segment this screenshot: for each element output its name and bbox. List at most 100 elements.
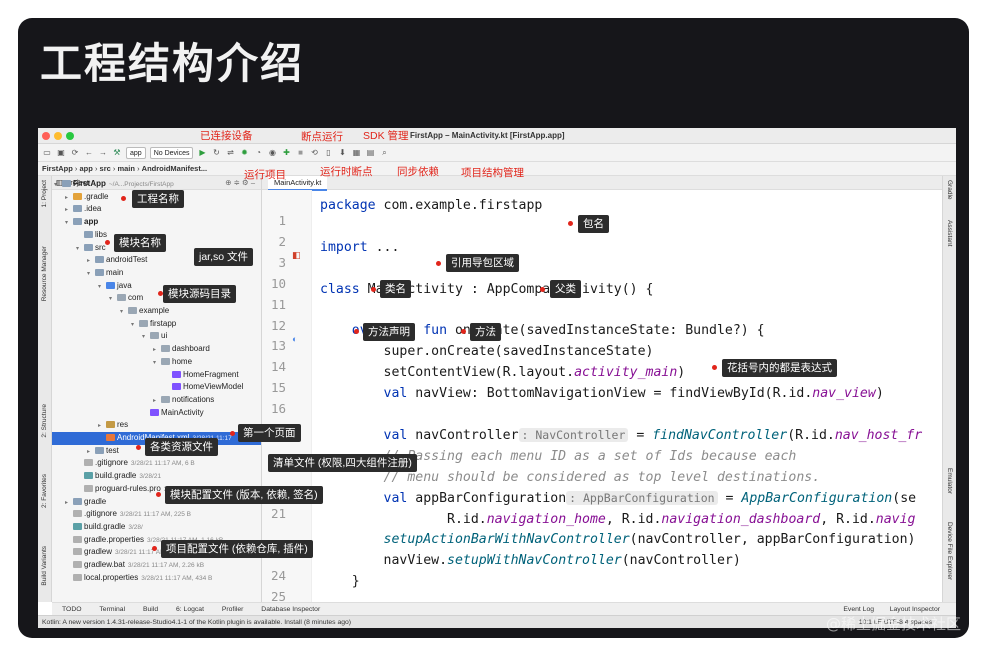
line-number[interactable]: 1 <box>262 213 286 228</box>
tree-row-label: local.properties <box>84 572 139 582</box>
annotation-project-structure: 项目结构管理 <box>461 167 524 179</box>
tool-window-structure[interactable]: 2: Structure <box>41 404 48 438</box>
override-icon[interactable]: ◐ <box>292 334 297 344</box>
tree-row[interactable]: build.gradle 3/28/ <box>52 521 261 534</box>
minimize-window-button[interactable] <box>54 132 62 140</box>
package-icon <box>117 294 126 302</box>
attach-icon[interactable]: ✚ <box>281 148 291 157</box>
hammer-icon[interactable]: ⚒ <box>112 148 122 157</box>
folder-icon[interactable]: ▭ <box>42 148 52 157</box>
module-combo[interactable]: app <box>126 146 146 159</box>
terminal-button[interactable]: Terminal <box>99 606 125 613</box>
line-number[interactable]: 13 <box>262 338 286 353</box>
tree-row[interactable]: HomeFragment <box>52 369 261 382</box>
line-number[interactable]: 24 <box>262 568 286 583</box>
tree-row[interactable]: ▸ res <box>52 419 261 432</box>
annotation-sdk-manager: SDK 管理 <box>363 130 409 142</box>
stop-icon[interactable]: ■ <box>295 148 305 157</box>
breadcrumb-item[interactable]: FirstApp <box>42 164 73 173</box>
line-number[interactable]: 16 <box>262 401 286 416</box>
code-token: navig <box>875 511 916 527</box>
zoom-window-button[interactable] <box>66 132 74 140</box>
line-number[interactable]: 11 <box>262 297 286 312</box>
tree-row[interactable]: HomeViewModel <box>52 381 261 394</box>
line-number[interactable]: 21 <box>262 506 286 521</box>
logcat-button[interactable]: 6: Logcat <box>176 606 204 613</box>
xml-icon <box>106 434 115 441</box>
code-token: onCreate(savedInstanceState: Bundle?) { <box>454 323 765 339</box>
line-number[interactable]: 10 <box>262 276 286 291</box>
tool-window-project[interactable]: 1: Project <box>41 180 48 207</box>
tool-window-device-file-explorer[interactable]: Device File Explorer <box>946 522 953 580</box>
tool-window-assistant[interactable]: Assistant <box>946 220 953 246</box>
annotation-project-config: 项目配置文件 (依赖仓库, 插件) <box>161 540 313 558</box>
tree-row[interactable]: .gitignore 3/28/21 11:17 AM, 225 B <box>52 508 261 521</box>
tree-row[interactable]: ▾ example <box>52 305 261 318</box>
tool-window-emulator[interactable]: Emulator <box>946 468 953 494</box>
tree-row[interactable]: local.properties 3/28/21 11:17 AM, 434 B <box>52 572 261 585</box>
tree-row[interactable]: MainActivity <box>52 407 261 420</box>
tree-row[interactable]: build.gradle 3/28/21 <box>52 470 261 483</box>
right-tool-strip: Gradle Assistant Emulator Device File Ex… <box>942 176 956 602</box>
tree-row[interactable]: gradlew.bat 3/28/21 11:17 AM, 2.26 kB <box>52 559 261 572</box>
back-icon[interactable]: ← <box>84 148 94 157</box>
database-inspector-button[interactable]: Database Inspector <box>261 606 320 613</box>
build-button[interactable]: Build <box>143 606 158 613</box>
save-icon[interactable]: ▣ <box>56 148 66 157</box>
code-token: ) <box>875 386 884 402</box>
code-line: R.id.navigation_home, R.id.navigation_da… <box>320 512 915 527</box>
profile-icon[interactable]: ◔ <box>253 148 263 157</box>
breadcrumb-item[interactable]: main <box>117 164 135 173</box>
breakpoint-icon[interactable]: ◧ <box>292 250 301 261</box>
breadcrumb-item[interactable]: src <box>100 164 111 173</box>
tree-row[interactable]: ▾ FirstApp ~/A...Projects/FirstApp <box>52 178 261 191</box>
profiler-button[interactable]: Profiler <box>222 606 244 613</box>
line-number[interactable]: 12 <box>262 318 286 333</box>
line-number[interactable]: 14 <box>262 359 286 374</box>
forward-icon[interactable]: → <box>98 148 108 157</box>
line-number[interactable]: 2 <box>262 234 286 249</box>
tree-row-label: main <box>106 267 124 277</box>
layout-icon[interactable]: ▤ <box>365 148 375 157</box>
tree-row[interactable]: ▾ main <box>52 267 261 280</box>
tree-row[interactable]: ▾ app <box>52 216 261 229</box>
device-combo[interactable]: No Devices <box>149 146 194 159</box>
line-number[interactable]: 15 <box>262 380 286 395</box>
apply-code-icon[interactable]: ⇌ <box>225 148 235 157</box>
tool-window-resource-manager[interactable]: Resource Manager <box>41 246 48 301</box>
tree-row-label: gradlew <box>84 547 113 557</box>
code-token: com.example.firstapp <box>383 198 543 213</box>
tree-row[interactable]: ▸ dashboard <box>52 343 261 356</box>
breadcrumb-item[interactable]: AndroidManifest... <box>142 164 207 173</box>
sdk-manager-icon[interactable]: ⬇ <box>337 148 347 157</box>
tree-row-label: home <box>172 356 193 366</box>
gradle-sync-icon[interactable]: ⟲ <box>309 148 319 157</box>
code-token: navView: BottomNavigationView = findView… <box>415 386 813 402</box>
status-message[interactable]: Kotlin: A new version 1.4.31-release-Stu… <box>42 619 351 626</box>
tree-row[interactable]: ▾ home <box>52 356 261 369</box>
attach-debugger-icon[interactable]: ◉ <box>267 148 277 157</box>
tool-window-build-variants[interactable]: Build Variants <box>41 546 48 586</box>
folder-orange-icon <box>73 192 82 200</box>
debug-icon[interactable]: ✹ <box>239 148 249 157</box>
tool-window-favorites[interactable]: 2: Favorites <box>41 474 48 508</box>
tree-row[interactable]: .gitignore 3/28/21 11:17 AM, 6 B <box>52 457 261 470</box>
run-icon[interactable]: ▶ <box>197 148 207 157</box>
close-window-button[interactable] <box>42 132 50 140</box>
tree-row[interactable]: ▸ notifications <box>52 394 261 407</box>
search-icon[interactable]: ⌕ <box>379 148 389 158</box>
todo-button[interactable]: TODO <box>62 606 82 613</box>
breadcrumb-item[interactable]: app <box>80 164 93 173</box>
tool-window-gradle[interactable]: Gradle <box>946 180 953 200</box>
tree-row-label: app <box>84 217 99 227</box>
project-structure-icon[interactable]: ▦ <box>351 148 361 157</box>
type-hint: : AppBarConfiguration <box>566 490 718 505</box>
apply-changes-icon[interactable]: ↻ <box>211 148 221 157</box>
line-number[interactable]: 3 <box>262 255 286 270</box>
avd-manager-icon[interactable]: ▯ <box>323 148 333 157</box>
tree-row[interactable]: ▾ firstapp <box>52 318 261 331</box>
tree-row[interactable]: ▾ ui <box>52 330 261 343</box>
annotation-project-name: 工程名称 <box>132 190 184 208</box>
sync-icon[interactable]: ⟳ <box>70 148 80 157</box>
